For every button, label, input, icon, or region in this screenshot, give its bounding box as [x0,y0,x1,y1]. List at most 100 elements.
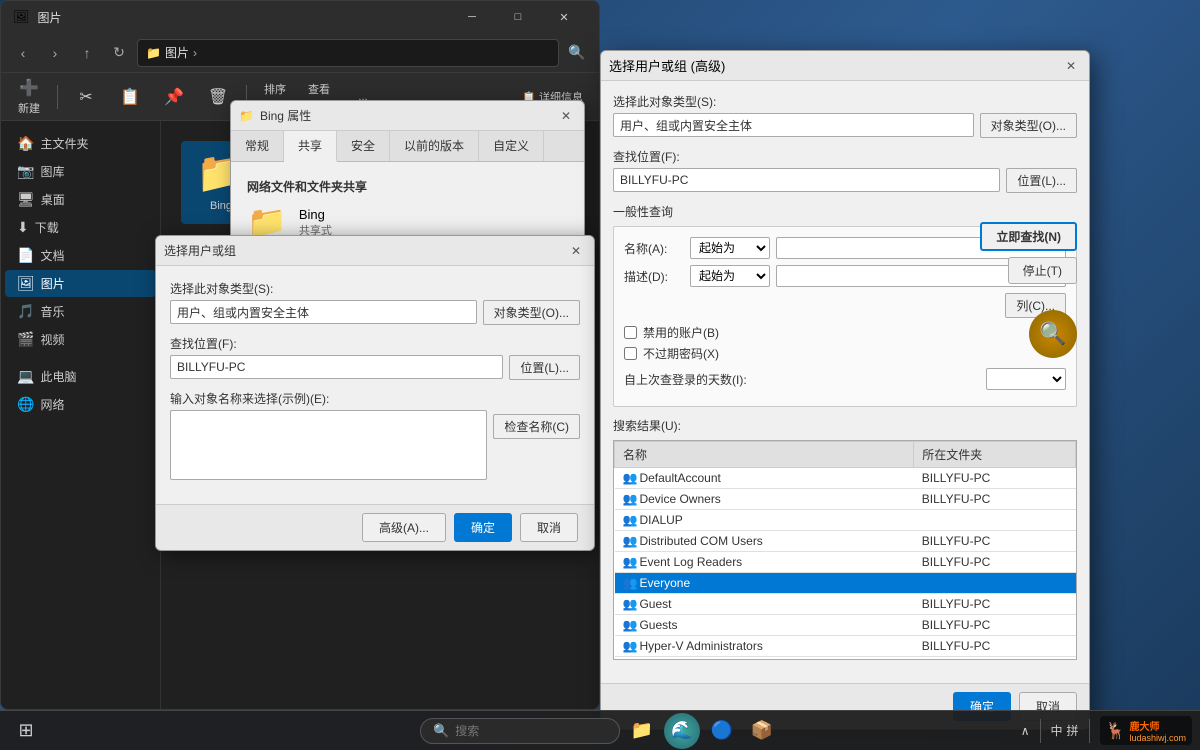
taskbar-search-input[interactable] [455,724,595,738]
start-button[interactable]: ⊞ [8,713,44,749]
copy-button[interactable]: 📋 [110,83,150,111]
input-label-text: 输入对象名称来选择(示例)(E): [170,392,329,406]
adv-location-input-row: BILLYFU-PC 位置(L)... [613,168,1077,193]
music-icon: 🎵 [17,303,34,320]
input-names-row: 输入对象名称来选择(示例)(E): 检查名称(C) [170,390,580,480]
sidebar-label-documents: 文档 [40,247,64,264]
new-label: 新建 [18,100,40,116]
days-label: 自上次查登录的天数(I): [624,371,980,388]
location-button[interactable]: 位置(L)... [509,355,580,380]
search-explorer-button[interactable]: 🔍 [563,39,591,67]
stop-button[interactable]: 停止(T) [1008,257,1077,284]
disabled-accounts-checkbox[interactable] [624,326,637,339]
new-button[interactable]: ➕ 新建 [9,74,49,120]
sidebar-item-downloads[interactable]: ⬇ 下载 [5,214,156,241]
object-type-input-row: 用户、组或内置安全主体 对象类型(O)... [170,300,580,325]
tab-general[interactable]: 常规 [231,131,284,161]
sidebar-item-network[interactable]: 🌐 网络 [5,391,156,418]
table-row[interactable]: 👥Hyper-V Administrators BILLYFU-PC [615,636,1076,657]
results-container[interactable]: 名称 所在文件夹 👥DefaultAccount BILLYFU-PC 👥Dev… [613,440,1077,660]
tab-sharing[interactable]: 共享 [284,131,337,162]
sidebar-label-downloads: 下载 [35,219,59,236]
table-row[interactable]: 👥Everyone [615,573,1076,594]
pictures-icon: 🖼 [17,275,35,292]
advanced-button[interactable]: 高级(A)... [362,513,446,542]
sidebar-item-gallery[interactable]: 📷 图库 [5,158,156,185]
tab-security[interactable]: 安全 [337,131,390,161]
sort-label: 排序 [264,81,286,97]
maximize-button[interactable]: □ [495,1,541,33]
search-now-button[interactable]: 立即查找(N) [980,222,1077,251]
taskbar-store-button[interactable]: 📦 [744,713,780,749]
table-row[interactable]: 👥DefaultAccount BILLYFU-PC [615,468,1076,489]
forward-button[interactable]: › [41,39,69,67]
sidebar-item-documents[interactable]: 📄 文档 [5,242,156,269]
taskbar-right: ∧ 中 拼 🦌 鹿大师 ludashiwj.com [1021,716,1192,745]
shared-folder-details: Bing 共享式 [299,207,332,238]
taskbar-image-icon: 🌊 [664,713,700,749]
ime-lang1[interactable]: 中 [1051,722,1063,739]
watermark-brand: 鹿大师 [1129,718,1186,733]
select-user-content: 选择此对象类型(S): 用户、组或内置安全主体 对象类型(O)... 查找位置(… [156,266,594,504]
results-body: 👥DefaultAccount BILLYFU-PC 👥Device Owner… [615,468,1076,661]
minimize-button[interactable]: ─ [449,1,495,33]
watermark-deer-icon: 🦌 [1106,721,1126,741]
sidebar-item-home[interactable]: 🏠 主文件夹 [5,130,156,157]
sidebar-item-music[interactable]: 🎵 音乐 [5,298,156,325]
bing-properties-close-button[interactable]: ✕ [556,106,576,126]
location-input-row: BILLYFU-PC 位置(L)... [170,355,580,380]
advanced-dialog-close-button[interactable]: ✕ [1061,56,1081,76]
taskbar-search-box[interactable]: 🔍 [420,718,620,744]
back-button[interactable]: ‹ [9,39,37,67]
no-expire-pwd-checkbox[interactable] [624,347,637,360]
paste-button[interactable]: 📌 [154,83,194,111]
advanced-dialog-title: 选择用户或组 (高级) [609,56,725,75]
table-row[interactable]: 👥Event Log Readers BILLYFU-PC [615,552,1076,573]
tab-previous-versions[interactable]: 以前的版本 [390,131,479,161]
tray-show-hidden[interactable]: ∧ [1021,724,1030,738]
taskbar-explorer-button[interactable]: 📁 [624,713,660,749]
sidebar-item-thispc[interactable]: 💻 此电脑 [5,363,156,390]
table-row[interactable]: 👥IIS_IUSRS BILLYFU-PC [615,657,1076,661]
cut-button[interactable]: ✂ [66,83,106,111]
documents-icon: 📄 [17,247,34,264]
object-type-button[interactable]: 对象类型(O)... [483,300,580,325]
taskbar-image-button[interactable]: 🌊 [664,713,700,749]
table-row[interactable]: 👥Guest BILLYFU-PC [615,594,1076,615]
check-names-button[interactable]: 检查名称(C) [493,414,580,439]
object-type-text: 用户、组或内置安全主体 [177,304,309,321]
ime-lang2[interactable]: 拼 [1067,722,1079,739]
table-row[interactable]: 👥Distributed COM Users BILLYFU-PC [615,531,1076,552]
sidebar-item-desktop[interactable]: 🖥 桌面 [5,186,156,213]
select-user-cancel-button[interactable]: 取消 [520,513,578,542]
up-button[interactable]: ↑ [73,39,101,67]
sidebar-item-pictures[interactable]: 🖼 图片 [5,270,156,297]
sidebar-label-pictures: 图片 [41,275,65,292]
sidebar-label-music: 音乐 [40,303,64,320]
tab-custom[interactable]: 自定义 [479,131,544,161]
sidebar-item-videos[interactable]: 🎬 视频 [5,326,156,353]
table-row[interactable]: 👥Guests BILLYFU-PC [615,615,1076,636]
name-prefix-select[interactable]: 起始为 [690,237,770,259]
taskbar-edge-button[interactable]: 🔵 [704,713,740,749]
titlebar-left: 🖼 图片 [13,9,62,26]
input-names-area: 检查名称(C) [170,410,580,480]
table-row[interactable]: 👥DIALUP [615,510,1076,531]
select-user-ok-button[interactable]: 确定 [454,513,512,542]
address-bar[interactable]: 📁 图片 › [137,39,559,67]
object-type-row: 选择此对象类型(S): 用户、组或内置安全主体 对象类型(O)... [170,280,580,325]
adv-object-type-button[interactable]: 对象类型(O)... [980,113,1077,138]
cut-icon: ✂ [79,87,92,107]
names-input[interactable] [170,410,487,480]
refresh-button[interactable]: ↻ [105,39,133,67]
desc-prefix-select[interactable]: 起始为 [690,265,770,287]
adv-object-type-label: 选择此对象类型(S): [613,93,1077,110]
search-btn-group: 立即查找(N) 停止(T) 🔍 [980,222,1077,358]
close-button[interactable]: ✕ [541,1,587,33]
sharing-section-title: 网络文件和文件夹共享 [247,178,568,195]
adv-location-button[interactable]: 位置(L)... [1006,168,1077,193]
table-row[interactable]: 👥Device Owners BILLYFU-PC [615,489,1076,510]
search-decoration-icon: 🔍 [1029,310,1077,358]
days-select[interactable] [986,368,1066,390]
select-user-close-button[interactable]: ✕ [566,241,586,261]
